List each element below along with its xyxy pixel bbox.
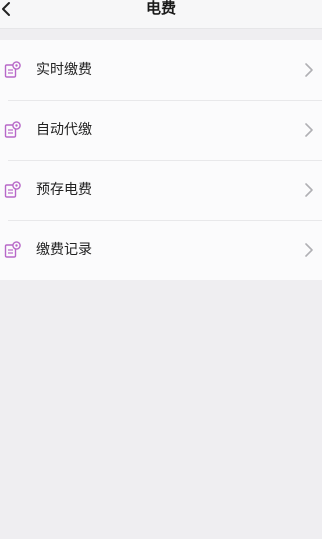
menu-item-label: 自动代缴 [36, 122, 92, 138]
page-title: 电费 [145, 0, 176, 17]
menu-item-auto-payment[interactable]: 自动代缴 [0, 100, 322, 160]
top-bar: 电费 [0, 0, 322, 29]
menu-item-label: 预存电费 [36, 182, 92, 198]
menu-list: 实时缴费 自动代缴 预存电费 缴费记录 [0, 40, 322, 280]
bill-document-icon [4, 121, 21, 138]
chevron-right-icon [305, 123, 313, 137]
chevron-right-icon [305, 183, 313, 197]
menu-item-realtime-payment[interactable]: 实时缴费 [0, 40, 322, 100]
bill-document-icon [4, 61, 21, 78]
bill-document-icon [4, 181, 21, 198]
menu-item-prepay-electricity[interactable]: 预存电费 [0, 160, 322, 220]
chevron-right-icon [305, 63, 313, 77]
menu-item-label: 缴费记录 [36, 242, 92, 258]
bill-document-icon [4, 241, 21, 258]
menu-item-label: 实时缴费 [36, 62, 92, 78]
chevron-right-icon [305, 243, 313, 257]
menu-item-payment-history[interactable]: 缴费记录 [0, 220, 322, 280]
